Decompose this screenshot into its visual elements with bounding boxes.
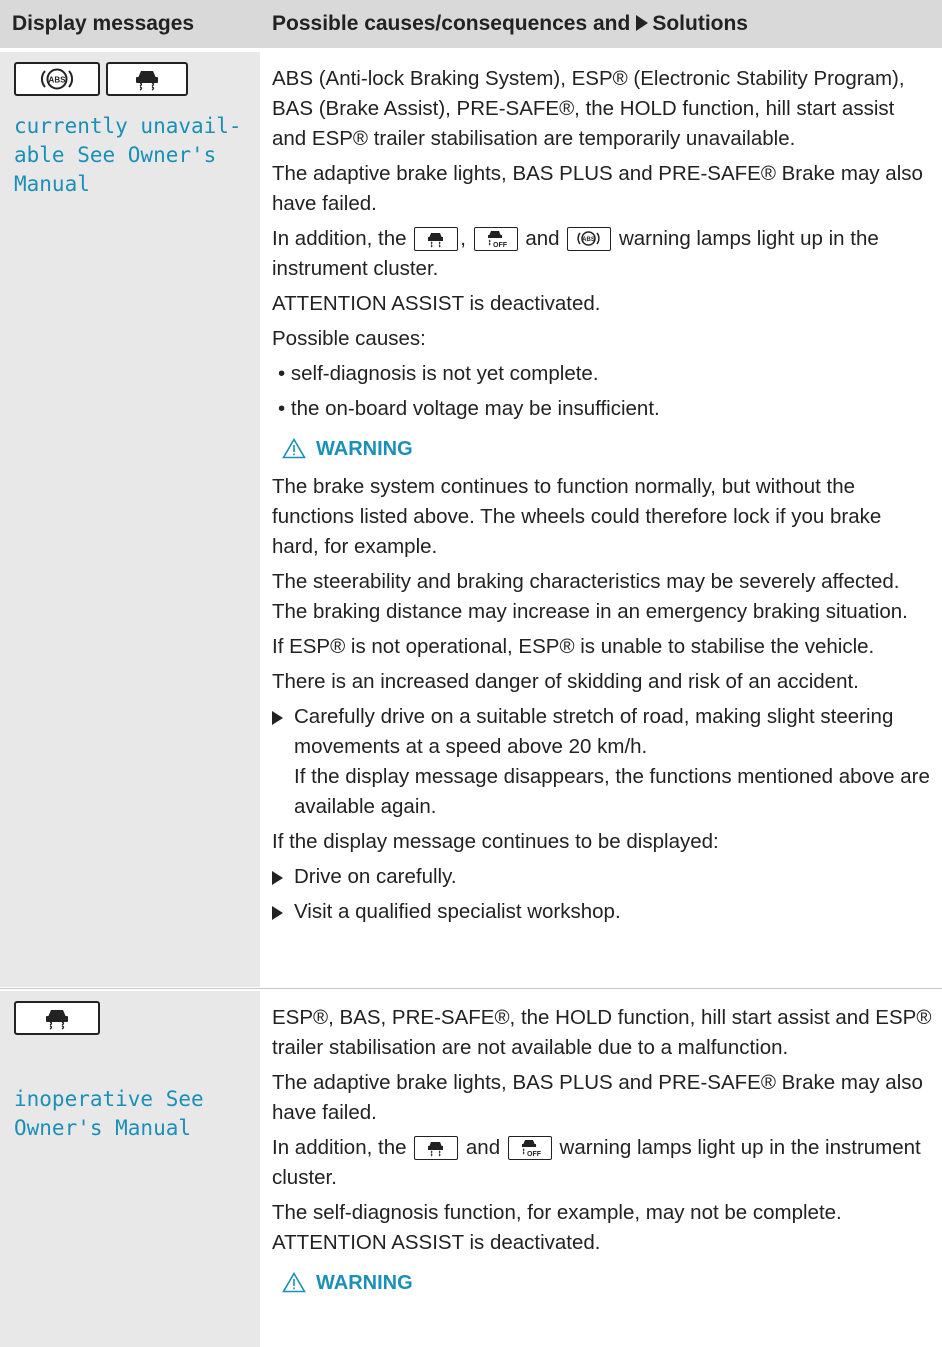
esp-off-icon: OFF — [473, 227, 518, 251]
table-header: Display messages Possible causes/consequ… — [0, 0, 942, 48]
row1-solutions-cell: ABS (Anti-lock Braking System), ESP® (El… — [272, 64, 932, 932]
esp-skid-icon-row2 — [14, 1001, 100, 1035]
abs-warning-icon: ABS — [14, 62, 100, 96]
warning-paragraph-2: The steerability and braking characteris… — [272, 570, 908, 623]
step-arrow-icon — [272, 906, 283, 920]
row1-paragraph-4: ATTENTION ASSIST is deactivated. — [272, 292, 601, 315]
row1-display-cell: ABS currently unavail- able See Owner's … — [0, 52, 260, 987]
step-arrow-icon — [272, 711, 283, 725]
svg-text:ABS: ABS — [582, 237, 595, 243]
step-result: If the display message disappears, the f… — [294, 765, 930, 818]
esp-skid-icon — [106, 62, 188, 96]
svg-text:OFF: OFF — [527, 1151, 542, 1158]
solution-step: Drive on carefully. — [272, 862, 932, 892]
row2-paragraph-5: ATTENTION ASSIST is deactivated. — [272, 1231, 601, 1254]
column-header-causes-solutions: Possible causes/consequences and Solution… — [272, 12, 748, 36]
row1-paragraph-3: In addition, the , OFF and ABS warning l… — [272, 227, 879, 280]
row2-paragraph-3: In addition, the and OFF warning lamps l… — [272, 1136, 921, 1189]
svg-text:OFF: OFF — [493, 242, 508, 249]
row1-paragraph-6: If the display message continues to be d… — [272, 830, 719, 853]
column-header-display-messages: Display messages — [12, 12, 195, 35]
solutions-arrow-icon — [636, 15, 649, 31]
row2-solutions-cell: ESP®, BAS, PRE-SAFE®, the HOLD function,… — [272, 1003, 932, 1306]
row2-paragraph-1: ESP®, BAS, PRE-SAFE®, the HOLD function,… — [272, 1006, 932, 1059]
esp-off-icon: OFF — [507, 1136, 552, 1160]
row2-display-cell: inoperative See Owner's Manual — [0, 991, 260, 1347]
row1-paragraph-1: ABS (Anti-lock Braking System), ESP® (El… — [272, 67, 905, 150]
header-causes-label: Possible causes/consequences and — [272, 12, 631, 35]
warning-triangle-icon — [282, 1271, 306, 1293]
solution-step: Visit a qualified specialist workshop. — [272, 897, 932, 927]
manual-page: Display messages Possible causes/consequ… — [0, 0, 942, 1347]
header-solutions-label: Solutions — [652, 12, 748, 35]
list-item: • self-diagnosis is not yet complete. — [278, 362, 599, 385]
list-item: • the on-board voltage may be insufficie… — [278, 397, 660, 420]
esp-skid-icon — [414, 1136, 459, 1160]
abs-warning-icon: ABS — [567, 227, 612, 251]
warning-heading: WARNING — [282, 434, 932, 464]
svg-text:ABS: ABS — [49, 76, 67, 85]
warning-label: WARNING — [316, 1272, 413, 1294]
row1-paragraph-2: The adaptive brake lights, BAS PLUS and … — [272, 162, 923, 215]
row2-paragraph-4: The self-diagnosis function, for example… — [272, 1201, 842, 1224]
row2-display-message: inoperative See Owner's Manual — [14, 1087, 204, 1140]
warning-paragraph-3: If ESP® is not operational, ESP® is unab… — [272, 635, 875, 658]
row1-display-message: currently unavail- able See Owner's Manu… — [14, 114, 242, 196]
warning-paragraph-4: There is an increased danger of skidding… — [272, 670, 859, 693]
warning-paragraph-1: The brake system continues to function n… — [272, 475, 882, 558]
warning-heading: WARNING — [282, 1268, 932, 1298]
esp-skid-icon — [414, 227, 459, 251]
row-separator — [0, 988, 942, 989]
warning-triangle-icon — [282, 437, 306, 459]
step-arrow-icon — [272, 871, 283, 885]
row1-paragraph-5: Possible causes: — [272, 327, 426, 350]
warning-label: WARNING — [316, 438, 413, 460]
solution-step: Carefully drive on a suitable stretch of… — [272, 702, 932, 822]
row2-paragraph-2: The adaptive brake lights, BAS PLUS and … — [272, 1071, 923, 1124]
